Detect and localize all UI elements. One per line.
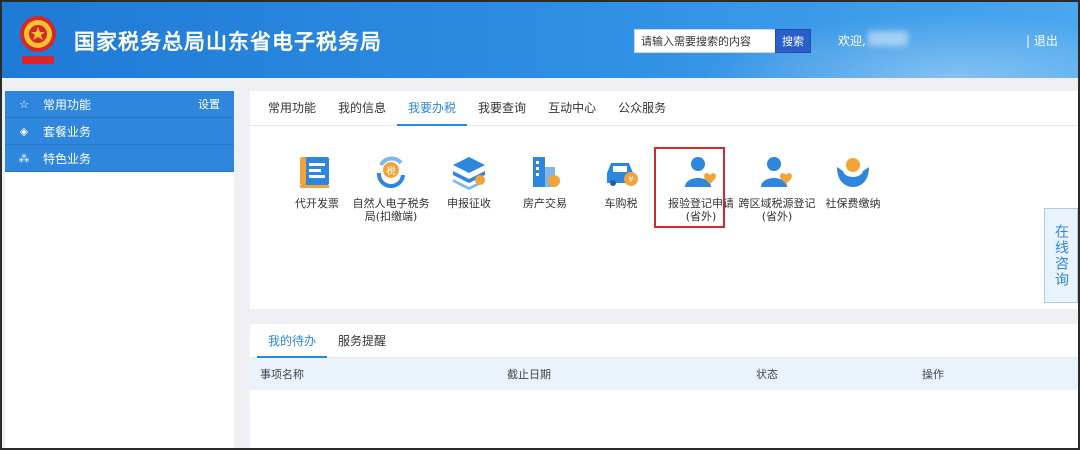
main-panel: 常用功能 我的信息 我要办税 我要查询 互动中心 公众服务 代开发票 税 自然人… (250, 91, 1078, 309)
hands-globe-icon (837, 158, 869, 187)
building-icon (533, 157, 560, 187)
todo-table-header: 事项名称 截止日期 状态 操作 (250, 358, 1078, 390)
column-action: 操作 (922, 368, 944, 381)
tab-public-service[interactable]: 公众服务 (607, 91, 677, 125)
todo-panel: 我的待办 服务提醒 事项名称 截止日期 状态 操作 (250, 324, 1078, 448)
search-input[interactable] (635, 30, 775, 52)
service-cross-region-registration[interactable]: 跨区域税源登记(省外) (738, 153, 816, 223)
sidebar-item-label: 套餐业务 (43, 124, 92, 139)
highlight-box (654, 147, 725, 228)
person-heart-icon (761, 157, 792, 187)
tab-do-tax[interactable]: 我要办税 (397, 91, 468, 126)
column-deadline: 截止日期 (507, 368, 551, 381)
invoice-icon (300, 157, 329, 188)
car-icon: ¥ (607, 163, 638, 186)
service-grid: 代开发票 税 自然人电子税务局(扣缴端) 申报征收 房产交易 ¥ 车购税 报验登… (278, 153, 898, 273)
sidebar-item-label: 特色业务 (43, 151, 92, 166)
stack-icon (453, 157, 485, 190)
logout-link[interactable]: | 退出 (1026, 32, 1058, 49)
tab-query[interactable]: 我要查询 (467, 91, 537, 125)
service-label: 申报征收 (447, 197, 491, 210)
service-label: 代开发票 (295, 197, 339, 210)
tab-my-info[interactable]: 我的信息 (327, 91, 397, 125)
site-title: 国家税务总局山东省电子税务局 (74, 30, 382, 54)
tab-common[interactable]: 常用功能 (257, 91, 327, 125)
settings-link[interactable]: 设置 (198, 96, 220, 112)
sidebar-item-common[interactable]: ☆ 常用功能 设置 (5, 91, 234, 118)
tax-emblem-logo (20, 16, 56, 64)
service-label: 车购税 (604, 197, 638, 210)
service-label: 自然人电子税务局(扣缴端) (352, 197, 430, 223)
tab-interaction[interactable]: 互动中心 (537, 91, 607, 125)
search-box[interactable] (634, 29, 776, 53)
svg-text:¥: ¥ (628, 175, 633, 184)
sidebar-item-label: 常用功能 (43, 97, 92, 112)
service-social-insurance[interactable]: 社保费缴纳 (814, 153, 892, 210)
svg-text:税: 税 (386, 165, 395, 177)
sidebar-item-package[interactable]: ◈ 套餐业务 (5, 118, 234, 145)
main-tabs: 常用功能 我的信息 我要办税 我要查询 互动中心 公众服务 (250, 91, 1078, 126)
app-window: 国家税务总局山东省电子税务局 搜索 欢迎, | 退出 ☆ 常用功能 设置 ◈ 套… (0, 0, 1080, 450)
grid-icon: ⁂ (18, 151, 30, 165)
service-vehicle-purchase-tax[interactable]: ¥ 车购税 (582, 153, 660, 210)
sidebar-item-special[interactable]: ⁂ 特色业务 (5, 145, 234, 172)
tab-my-todo[interactable]: 我的待办 (257, 324, 328, 358)
welcome-text: 欢迎, (838, 34, 866, 48)
service-label: 房产交易 (523, 197, 567, 210)
service-natural-person-tax[interactable]: 税 自然人电子税务局(扣缴端) (352, 153, 430, 223)
service-issue-invoice[interactable]: 代开发票 (278, 153, 356, 210)
service-declare-collect[interactable]: 申报征收 (430, 153, 508, 210)
service-label: 社保费缴纳 (825, 197, 881, 210)
column-item-name: 事项名称 (260, 368, 304, 381)
star-icon: ☆ (19, 97, 29, 111)
sidebar: ☆ 常用功能 设置 ◈ 套餐业务 ⁂ 特色业务 (5, 91, 234, 448)
search-button[interactable]: 搜索 (775, 29, 811, 53)
tax-icon: 税 (376, 156, 405, 188)
online-consult-button[interactable]: 在线咨询 (1044, 208, 1078, 303)
username-redacted (868, 31, 908, 46)
header-bar: 国家税务总局山东省电子税务局 搜索 欢迎, | 退出 (2, 2, 1078, 78)
layers-icon: ◈ (19, 124, 29, 138)
service-label: 跨区域税源登记(省外) (738, 197, 816, 223)
service-property-trade[interactable]: 房产交易 (506, 153, 584, 210)
column-status: 状态 (756, 368, 778, 381)
todo-tabs: 我的待办 服务提醒 (250, 324, 1078, 358)
tab-service-reminder[interactable]: 服务提醒 (327, 324, 397, 357)
